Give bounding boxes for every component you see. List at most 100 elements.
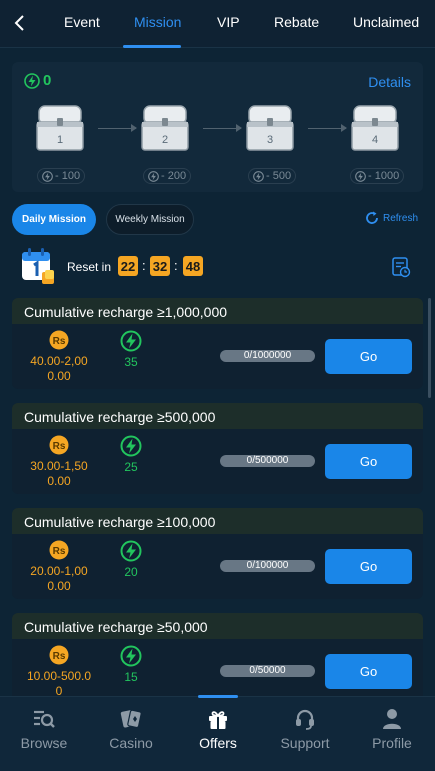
nav-casino[interactable]: Casino — [96, 707, 166, 751]
calendar-icon — [22, 248, 54, 284]
chest-arrow — [98, 124, 137, 132]
mission-title: Cumulative recharge ≥100,000 — [12, 508, 423, 534]
countdown-minutes: 32 — [150, 256, 170, 276]
details-link[interactable]: Details — [368, 74, 411, 90]
rupee-coin-icon: Rs — [49, 645, 69, 665]
mission-title: Cumulative recharge ≥1,000,000 — [12, 298, 423, 324]
chest-4[interactable]: 4 — [348, 102, 402, 154]
tab-rebate[interactable]: Rebate — [274, 14, 319, 30]
chest-arrow — [203, 124, 242, 132]
nav-label: Profile — [372, 735, 412, 751]
chest-number: 4 — [371, 134, 379, 146]
energy-reward: 25 — [124, 460, 138, 474]
gift-icon — [209, 711, 227, 729]
mission-progress: 0/100000 — [220, 560, 315, 572]
mission-progress: 0/500000 — [220, 455, 315, 467]
reward-range: 30.00-1,50 0.00 — [30, 459, 88, 488]
energy-bolt-icon — [120, 645, 142, 667]
browse-icon — [34, 710, 55, 728]
go-button[interactable]: Go — [325, 444, 412, 479]
chest-cost: - 100 — [37, 168, 86, 184]
scrollbar-thumb[interactable] — [428, 298, 431, 398]
user-icon — [383, 709, 401, 729]
nav-label: Casino — [109, 735, 153, 751]
weekly-mission-tab[interactable]: Weekly Mission — [106, 204, 194, 235]
nav-label: Support — [280, 735, 330, 751]
refresh-icon — [366, 211, 378, 224]
nav-support[interactable]: Support — [270, 707, 340, 751]
chest-1[interactable]: 1 — [33, 102, 87, 154]
reward-range: 10.00-500.0 0 — [26, 669, 92, 698]
svg-text:Rs: Rs — [53, 651, 66, 662]
mission-card: Cumulative recharge ≥1,000,000 Rs 40.00-… — [12, 298, 423, 389]
tab-unclaimed[interactable]: Unclaimed — [353, 14, 419, 30]
chest-2[interactable]: 2 — [138, 102, 192, 154]
mission-title: Cumulative recharge ≥500,000 — [12, 403, 423, 429]
energy-bolt-icon — [120, 330, 142, 352]
reward-range: 40.00-2,00 0.00 — [30, 354, 88, 383]
rupee-coin-icon: Rs — [49, 435, 69, 455]
nav-offers[interactable]: Offers — [183, 707, 253, 751]
refresh-label: Refresh — [382, 212, 418, 224]
go-button[interactable]: Go — [325, 549, 412, 584]
refresh-button[interactable]: Refresh — [364, 210, 418, 226]
mission-title: Cumulative recharge ≥50,000 — [12, 613, 423, 639]
energy-bolt-icon — [253, 170, 264, 182]
chest-progress-panel: 0 Details 1 2 3 4 - 100 - 200 - 500 - 10… — [12, 62, 423, 192]
treasure-chest-icon — [351, 105, 399, 151]
energy-total-value: 0 — [43, 72, 52, 89]
countdown-separator: : — [142, 258, 146, 273]
back-icon[interactable] — [10, 12, 30, 34]
treasure-chest-icon — [141, 105, 189, 151]
chest-number: 3 — [266, 134, 274, 146]
chest-cost: - 200 — [143, 168, 192, 184]
chest-cost: - 500 — [248, 168, 297, 184]
svg-text:Rs: Rs — [53, 546, 66, 557]
treasure-chest-icon — [36, 105, 84, 151]
mission-progress: 0/50000 — [220, 665, 315, 677]
treasure-chest-icon — [246, 105, 294, 151]
countdown-hours: 22 — [118, 256, 138, 276]
tab-vip[interactable]: VIP — [217, 14, 240, 30]
svg-text:Rs: Rs — [53, 336, 66, 347]
go-button[interactable]: Go — [325, 339, 412, 374]
bottom-nav: Browse Casino Offers Support Profile — [0, 695, 435, 771]
energy-bolt-icon — [148, 170, 159, 182]
chest-3[interactable]: 3 — [243, 102, 297, 154]
go-button[interactable]: Go — [325, 654, 412, 689]
nav-label: Browse — [20, 735, 68, 751]
energy-reward: 35 — [124, 355, 138, 369]
top-tab-bar: Event Mission VIP Rebate Unclaimed — [0, 0, 435, 48]
chest-cost: - 1000 — [350, 168, 405, 184]
rupee-coin-icon: Rs — [49, 540, 69, 560]
cards-icon — [120, 709, 142, 729]
countdown-seconds: 48 — [183, 256, 203, 276]
tab-mission[interactable]: Mission — [134, 14, 181, 30]
energy-bolt-icon — [24, 72, 40, 89]
nav-browse[interactable]: Browse — [9, 707, 79, 751]
active-tab-indicator — [123, 45, 181, 48]
chest-number: 1 — [56, 134, 64, 146]
reward-range: 20.00-1,00 0.00 — [30, 564, 88, 593]
energy-bolt-icon — [120, 435, 142, 457]
headset-icon — [296, 709, 314, 730]
countdown-separator: : — [174, 258, 178, 273]
energy-bolt-icon — [120, 540, 142, 562]
daily-mission-tab[interactable]: Daily Mission — [12, 204, 96, 235]
energy-reward: 15 — [124, 670, 138, 684]
energy-bolt-icon — [42, 170, 53, 182]
tab-event[interactable]: Event — [64, 14, 100, 30]
rupee-coin-icon: Rs — [49, 330, 69, 350]
history-icon[interactable] — [391, 256, 411, 278]
nav-label: Offers — [199, 735, 237, 751]
mission-progress: 0/1000000 — [220, 350, 315, 362]
energy-reward: 20 — [124, 565, 138, 579]
active-nav-indicator — [198, 695, 238, 698]
energy-bolt-icon — [355, 170, 366, 182]
mission-card: Cumulative recharge ≥500,000 Rs 30.00-1,… — [12, 403, 423, 494]
nav-profile[interactable]: Profile — [357, 707, 427, 751]
reset-label: Reset in — [67, 260, 112, 274]
svg-text:Rs: Rs — [53, 441, 66, 452]
mission-card: Cumulative recharge ≥50,000 Rs 10.00-500… — [12, 613, 423, 704]
chest-arrow — [308, 124, 347, 132]
